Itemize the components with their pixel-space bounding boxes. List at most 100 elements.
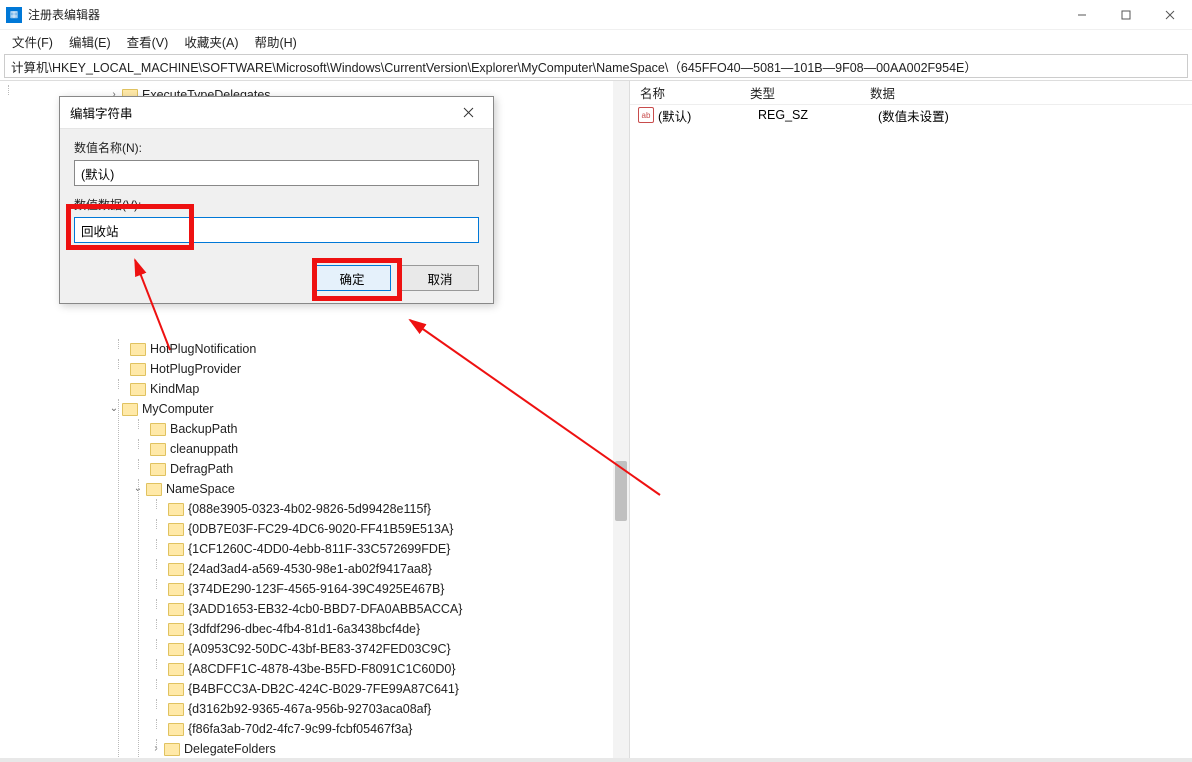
value-type: REG_SZ <box>758 108 878 122</box>
tree-label: {374DE290-123F-4565-9164-39C4925E467B} <box>188 579 444 599</box>
col-name[interactable]: 名称 <box>630 83 740 102</box>
value-row[interactable]: ab (默认) REG_SZ (数值未设置) <box>630 105 1192 125</box>
tree-label: HotPlugNotification <box>150 339 256 359</box>
tree-label: {1CF1260C-4DD0-4ebb-811F-33C572699FDE} <box>188 539 450 559</box>
tree-label: BackupPath <box>170 419 237 439</box>
tree-node[interactable]: cleanuppath <box>150 439 629 459</box>
tree-node-guid[interactable]: {24ad3ad4-a569-4530-98e1-ab02f9417aa8} <box>168 559 629 579</box>
cancel-button[interactable]: 取消 <box>401 265 479 291</box>
tree-label: {0DB7E03F-FC29-4DC6-9020-FF41B59E513A} <box>188 519 453 539</box>
menu-view[interactable]: 查看(V) <box>119 30 177 53</box>
maximize-button[interactable] <box>1104 0 1148 30</box>
tree-node-guid[interactable]: {088e3905-0323-4b02-9826-5d99428e115f} <box>168 499 629 519</box>
tree-node[interactable]: HotPlugNotification <box>130 339 629 359</box>
tree-node-guid[interactable]: {3dfdf296-dbec-4fb4-81d1-6a3438bcf4de} <box>168 619 629 639</box>
dialog-title-bar[interactable]: 编辑字符串 <box>60 97 493 129</box>
tree-label: {A8CDFF1C-4878-43be-B5FD-F8091C1C60D0} <box>188 659 456 679</box>
tree-label: NameSpace <box>166 479 235 499</box>
registry-tree-lower[interactable]: HotPlugNotificationHotPlugProviderKindMa… <box>0 335 629 762</box>
scrollbar-thumb[interactable] <box>615 461 627 521</box>
col-type[interactable]: 类型 <box>740 83 860 102</box>
tree-node-guid[interactable]: {B4BFCC3A-DB2C-424C-B029-7FE99A87C641} <box>168 679 629 699</box>
folder-icon <box>168 603 184 616</box>
tree-label: {B4BFCC3A-DB2C-424C-B029-7FE99A87C641} <box>188 679 459 699</box>
tree-label: {3dfdf296-dbec-4fb4-81d1-6a3438bcf4de} <box>188 619 420 639</box>
value-name-label: 数值名称(N): <box>74 139 479 156</box>
app-icon: ▦ <box>6 7 22 23</box>
edit-string-dialog: 编辑字符串 数值名称(N): (默认) 数值数据(V): 确定 取消 <box>59 96 494 304</box>
value-data-input[interactable] <box>74 217 479 243</box>
value-data-label: 数值数据(V): <box>74 196 479 213</box>
tree-node-guid[interactable]: {3ADD1653-EB32-4cb0-BBD7-DFA0ABB5ACCA} <box>168 599 629 619</box>
tree-scrollbar[interactable] <box>613 81 629 762</box>
folder-icon <box>122 403 138 416</box>
folder-icon <box>168 723 184 736</box>
folder-icon <box>150 423 166 436</box>
value-data: (数值未设置) <box>878 106 1188 125</box>
folder-icon <box>168 543 184 556</box>
tree-label: {d3162b92-9365-467a-956b-92703aca08af} <box>188 699 431 719</box>
tree-node-guid[interactable]: {0DB7E03F-FC29-4DC6-9020-FF41B59E513A} <box>168 519 629 539</box>
tree-label: HotPlugProvider <box>150 359 241 379</box>
tree-node-guid[interactable]: {A0953C92-50DC-43bf-BE83-3742FED03C9C} <box>168 639 629 659</box>
address-bar[interactable]: 计算机\HKEY_LOCAL_MACHINE\SOFTWARE\Microsof… <box>4 54 1188 78</box>
folder-icon <box>168 563 184 576</box>
minimize-button[interactable] <box>1060 0 1104 30</box>
ok-label: 确定 <box>339 269 364 288</box>
folder-icon <box>130 343 146 356</box>
tree-label: {24ad3ad4-a569-4530-98e1-ab02f9417aa8} <box>188 559 432 579</box>
tree-node[interactable]: BackupPath <box>150 419 629 439</box>
dialog-title: 编辑字符串 <box>70 103 453 122</box>
string-value-icon: ab <box>638 107 654 123</box>
cancel-label: 取消 <box>427 269 452 288</box>
folder-icon <box>168 583 184 596</box>
tree-label: {f86fa3ab-70d2-4fc7-9c99-fcbf05467f3a} <box>188 719 412 739</box>
folder-icon <box>146 483 162 496</box>
tree-label: {088e3905-0323-4b02-9826-5d99428e115f} <box>188 499 431 519</box>
tree-label: KindMap <box>150 379 199 399</box>
tree-node-guid[interactable]: {374DE290-123F-4565-9164-39C4925E467B} <box>168 579 629 599</box>
folder-icon <box>150 443 166 456</box>
folder-icon <box>168 623 184 636</box>
ok-button[interactable]: 确定 <box>313 265 391 291</box>
tree-node[interactable]: HotPlugProvider <box>130 359 629 379</box>
tree-label: DelegateFolders <box>184 739 276 759</box>
close-button[interactable] <box>1148 0 1192 30</box>
tree-node-guid[interactable]: {A8CDFF1C-4878-43be-B5FD-F8091C1C60D0} <box>168 659 629 679</box>
expand-icon[interactable]: › <box>150 743 162 755</box>
menu-help[interactable]: 帮助(H) <box>246 30 304 53</box>
menu-favorites[interactable]: 收藏夹(A) <box>176 30 246 53</box>
folder-icon <box>168 643 184 656</box>
folder-icon <box>130 363 146 376</box>
dialog-close-button[interactable] <box>453 101 483 125</box>
tree-node-mycomputer[interactable]: ⌄ MyComputer <box>108 399 629 419</box>
folder-icon <box>168 523 184 536</box>
tree-node-guid[interactable]: {d3162b92-9365-467a-956b-92703aca08af} <box>168 699 629 719</box>
tree-node-delegatefolders[interactable]: › DelegateFolders <box>150 739 629 759</box>
folder-icon <box>150 463 166 476</box>
menu-edit[interactable]: 编辑(E) <box>61 30 119 53</box>
col-data[interactable]: 数据 <box>860 83 1192 102</box>
column-headers: 名称 类型 数据 <box>630 81 1192 105</box>
close-icon <box>463 107 474 118</box>
value-name: (默认) <box>658 106 758 125</box>
collapse-icon[interactable]: ⌄ <box>108 403 120 415</box>
folder-icon <box>168 703 184 716</box>
tree-label: DefragPath <box>170 459 233 479</box>
folder-icon <box>168 663 184 676</box>
tree-node[interactable]: DefragPath <box>150 459 629 479</box>
values-pane: 名称 类型 数据 ab (默认) REG_SZ (数值未设置) <box>630 81 1192 762</box>
folder-icon <box>164 743 180 756</box>
value-name-text: (默认) <box>81 164 114 183</box>
menu-bar: 文件(F) 编辑(E) 查看(V) 收藏夹(A) 帮助(H) <box>0 30 1192 52</box>
tree-node[interactable]: KindMap <box>130 379 629 399</box>
address-text: 计算机\HKEY_LOCAL_MACHINE\SOFTWARE\Microsof… <box>11 57 977 76</box>
app-title: 注册表编辑器 <box>28 6 1060 23</box>
tree-node-guid[interactable]: {f86fa3ab-70d2-4fc7-9c99-fcbf05467f3a} <box>168 719 629 739</box>
tree-node-namespace[interactable]: ⌄ NameSpace <box>132 479 629 499</box>
collapse-icon[interactable]: ⌄ <box>132 483 144 495</box>
tree-label: cleanuppath <box>170 439 238 459</box>
menu-file[interactable]: 文件(F) <box>4 30 61 53</box>
tree-node-guid[interactable]: {1CF1260C-4DD0-4ebb-811F-33C572699FDE} <box>168 539 629 559</box>
value-name-field[interactable]: (默认) <box>74 160 479 186</box>
